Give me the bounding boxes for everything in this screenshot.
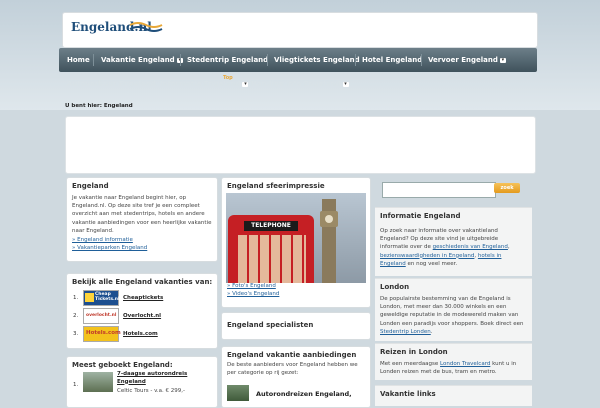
logo-wave-icon <box>129 22 163 32</box>
specialisten-box: Engeland specialisten <box>221 312 371 340</box>
overlocht-link[interactable]: Overlocht.nl <box>123 312 161 320</box>
engeland-intro-box: Engeland Je vakantie naar Engeland begin… <box>66 177 218 262</box>
meest-geboekt-box: Meest geboekt Engeland: 1. 7-daagse auto… <box>66 356 218 408</box>
list-number: 1. <box>73 295 79 301</box>
nav-vervoer-engeland[interactable]: Vervoer Engeland ▾ <box>428 56 506 64</box>
nav-handige-info-engeland[interactable]: Handige info Engeland ▾ <box>251 80 349 88</box>
search-input[interactable] <box>382 182 496 198</box>
nav-vakantie-engeland[interactable]: Vakantie Engeland▾ <box>101 56 183 64</box>
aanbiedingen-box: Engeland vakantie aanbiedingen De beste … <box>221 346 371 408</box>
chevron-down-icon: ▾ <box>342 80 349 87</box>
secondary-navigation: Autoverhuur Engeland Informatie Engeland… <box>59 72 537 98</box>
meest-title: Meest geboekt Engeland: <box>72 361 173 369</box>
engeland-link-informatie[interactable]: » Engeland informatie <box>72 236 133 244</box>
stedentrip-londen-link[interactable]: Stedentrip Londen <box>380 329 431 335</box>
list-number: 2. <box>73 313 79 319</box>
informatie-engeland-box: Informatie Engeland Op zoek naar informa… <box>375 207 532 276</box>
nav-home[interactable]: Home <box>67 56 90 64</box>
nav-separator <box>93 54 94 66</box>
new-badge: Top <box>223 75 233 81</box>
nav-separator <box>421 54 422 66</box>
london-text: De populairste bestemming van de Engelan… <box>380 296 524 335</box>
cheaptickets-link[interactable]: Cheaptickets <box>123 294 163 302</box>
list-number: 1. <box>73 382 79 388</box>
geschiedenis-link[interactable]: geschiedenis van Engeland <box>433 244 508 250</box>
banner-area <box>65 116 536 174</box>
sfeerimpressie-box: Engeland sfeerimpressie TELEPHONE » Foto… <box>221 177 371 308</box>
nav-hotel-engeland[interactable]: Hotel Engeland <box>362 56 422 64</box>
site-header: Engeland.nl <box>62 12 538 48</box>
telephone-sign: TELEPHONE <box>244 221 298 231</box>
telephone-box-windows <box>236 235 306 283</box>
chevron-down-icon: ▾ <box>242 80 249 87</box>
cheaptickets-logo[interactable]: Cheap Tickets.nl <box>83 290 120 306</box>
bekijk-title: Bekijk alle Engeland vakanties van: <box>72 278 213 286</box>
autorondreis-link[interactable]: 7-daagse autorondreis Engeland <box>117 371 207 386</box>
reizen-london-box: Reizen in London Met een meerdaagse Lond… <box>375 343 532 380</box>
sfeer-photo[interactable]: TELEPHONE <box>226 193 366 283</box>
nav-separator <box>267 54 268 66</box>
engeland-text: Je vakantie naar Engeland begint hier, o… <box>72 195 212 234</box>
autorondreizen-label[interactable]: Autorondreizen Engeland, <box>256 390 352 398</box>
videos-link[interactable]: » Video's Engeland <box>227 290 279 298</box>
london-box: London De populairste bestemming van de … <box>375 278 532 341</box>
bezienswaardigheden-link[interactable]: bezienswaardigheden in Engeland <box>380 253 474 259</box>
clock-face <box>325 215 333 223</box>
specialisten-title: Engeland specialisten <box>227 321 314 329</box>
nav-informatie-engeland[interactable]: Informatie Engeland ▾ <box>160 80 249 88</box>
engeland-link-vakantieparken[interactable]: » Vakantieparken Engeland <box>72 244 147 252</box>
london-title: London <box>380 283 410 291</box>
reizen-title: Reizen in London <box>380 348 448 356</box>
info-title: Informatie Engeland <box>380 212 461 220</box>
sfeer-title: Engeland sfeerimpressie <box>227 182 325 190</box>
search-button[interactable]: zoek <box>494 183 520 193</box>
nav-stedentrip-engeland[interactable]: Stedentrip Engeland <box>187 56 268 64</box>
autorondreis-thumbnail[interactable] <box>83 372 113 392</box>
overlocht-logo[interactable]: overlocht.nl <box>83 308 119 324</box>
nav-vliegtickets-engeland[interactable]: Vliegtickets Engeland <box>274 56 360 64</box>
nav-separator <box>355 54 356 66</box>
list-number: 3. <box>73 331 79 337</box>
nav-autoverhuur-engeland[interactable]: Autoverhuur Engeland <box>67 80 156 88</box>
autorondreis-price: Celtic Tours - v.a. € 299,- <box>117 388 186 394</box>
reizen-text: Met een meerdaagse London Travelcard kun… <box>380 361 517 376</box>
autorondreizen-thumbnail[interactable] <box>227 385 249 401</box>
info-text: Op zoek naar informatie over vakantielan… <box>380 228 510 267</box>
main-navigation: Home Vakantie Engeland▾ Stedentrip Engel… <box>59 48 537 72</box>
breadcrumb: U bent hier: Engeland <box>65 103 133 109</box>
engeland-title: Engeland <box>72 182 109 190</box>
ticket-icon <box>85 293 94 302</box>
hotelscom-link[interactable]: Hotels.com <box>123 330 158 338</box>
fotos-link[interactable]: » Foto's Engeland <box>227 282 276 290</box>
aanbiedingen-title: Engeland vakantie aanbiedingen <box>227 351 357 359</box>
nav-separator <box>180 54 181 66</box>
vakantie-links-box: Vakantie links <box>375 385 532 406</box>
vakantielinks-title: Vakantie links <box>380 390 436 398</box>
chevron-down-icon: ▾ <box>499 56 506 63</box>
travelcard-link[interactable]: London Travelcard <box>440 361 490 367</box>
aanbiedingen-text: De beste aanbieders voor Engeland hebben… <box>227 362 358 377</box>
site-logo[interactable]: Engeland.nl <box>71 20 163 34</box>
bekijk-vakanties-box: Bekijk alle Engeland vakanties van: 1. C… <box>66 273 218 349</box>
hotelscom-logo[interactable]: Hotels.com <box>83 326 121 342</box>
